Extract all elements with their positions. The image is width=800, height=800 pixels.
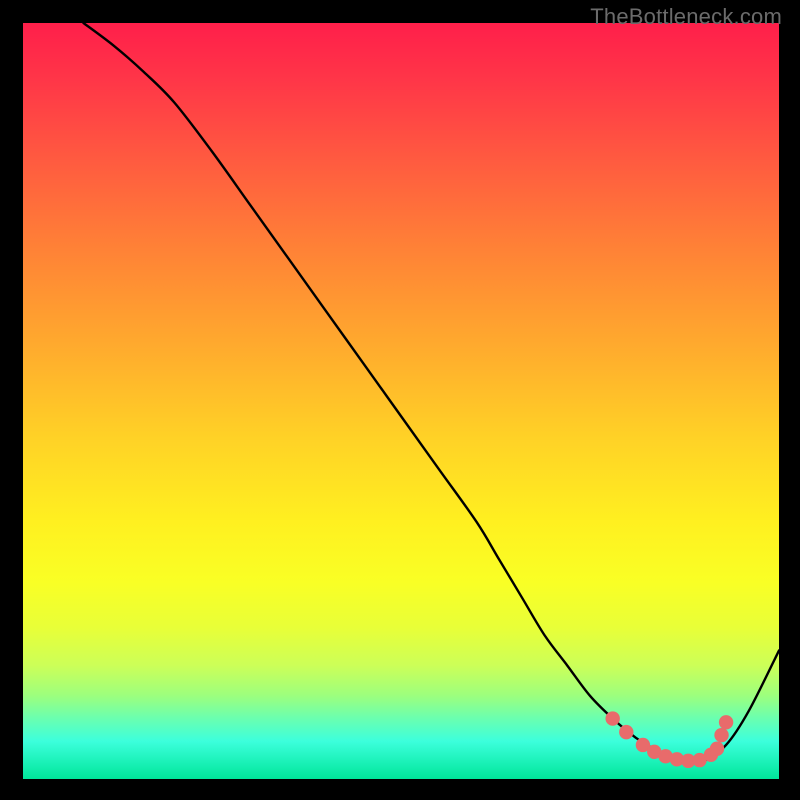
marker-dot bbox=[605, 711, 619, 725]
bottleneck-curve bbox=[83, 23, 779, 762]
highlight-markers bbox=[605, 711, 733, 768]
marker-dot bbox=[719, 715, 733, 729]
marker-dot bbox=[619, 725, 633, 739]
watermark-text: TheBottleneck.com bbox=[590, 4, 782, 30]
marker-dot bbox=[714, 728, 728, 742]
curve-svg bbox=[23, 23, 779, 779]
marker-dot bbox=[710, 742, 724, 756]
plot-area bbox=[23, 23, 779, 779]
